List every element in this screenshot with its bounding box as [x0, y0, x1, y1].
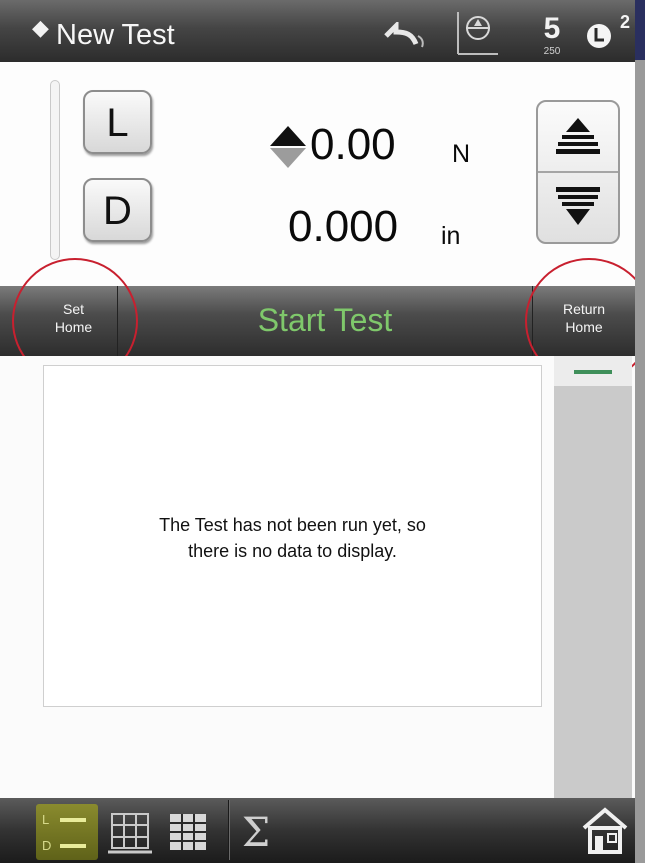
crosshead-gauge-icon[interactable] [452, 10, 500, 58]
statistics-sigma-icon[interactable]: Σ [236, 806, 276, 856]
load-distance-tab[interactable]: L D [36, 804, 98, 860]
jog-down-icon [556, 187, 600, 225]
jog-control [536, 100, 620, 244]
sort-arrows-icon[interactable]: ◆ [32, 17, 49, 39]
limit-icon[interactable]: 2 [582, 10, 632, 54]
readout-panel: L 0.00 N D 0.000 in [0, 62, 635, 286]
speed-value: 250 [544, 46, 561, 56]
svg-text:D: D [42, 838, 51, 853]
speed-icon[interactable]: 5 250 [532, 8, 572, 56]
load-unit: N [452, 140, 471, 168]
data-scrollbar[interactable] [554, 356, 632, 798]
distance-unit: in [441, 222, 461, 250]
undo-icon[interactable] [382, 22, 428, 50]
empty-data-panel: The Test has not been run yet, so there … [43, 365, 542, 707]
title-bar: ◆ New Test 5 250 2 [0, 0, 635, 63]
jog-up-icon [556, 118, 600, 154]
svg-text:5: 5 [544, 12, 561, 45]
toolbar-separator [228, 800, 229, 860]
load-key-button[interactable]: L [83, 90, 152, 154]
no-data-message-line2: there is no data to display. [188, 541, 397, 561]
no-data-message-line1: The Test has not been run yet, so [159, 515, 426, 535]
table-icon[interactable] [164, 808, 212, 856]
data-display-area: The Test has not been run yet, so there … [0, 356, 554, 798]
svg-text:Σ: Σ [242, 810, 270, 856]
jog-up-button[interactable] [538, 102, 618, 172]
direction-diamond-icon [270, 126, 306, 168]
graph-icon[interactable] [106, 808, 154, 856]
load-distance-icon: L D [42, 812, 86, 853]
home-icon[interactable] [580, 804, 630, 858]
device-screen: ◆ New Test 5 250 2 L 0.00 N D 0.000 in S… [0, 0, 635, 863]
jog-down-button[interactable] [538, 173, 618, 243]
screen-right-edge [635, 0, 645, 863]
start-test-button[interactable]: Start Test [120, 300, 530, 340]
distance-value: 0.000 [288, 202, 399, 251]
limit-count: 2 [620, 12, 630, 32]
scrollbar-thumb[interactable] [574, 370, 612, 374]
test-title[interactable]: New Test [56, 18, 175, 52]
distance-key-button[interactable]: D [83, 178, 152, 242]
no-data-message: The Test has not been run yet, so there … [44, 512, 541, 564]
svg-text:L: L [42, 812, 49, 827]
bottom-toolbar: L D Σ [0, 798, 635, 863]
load-value: 0.00 [310, 120, 396, 169]
readout-scrollbar[interactable] [50, 80, 60, 260]
